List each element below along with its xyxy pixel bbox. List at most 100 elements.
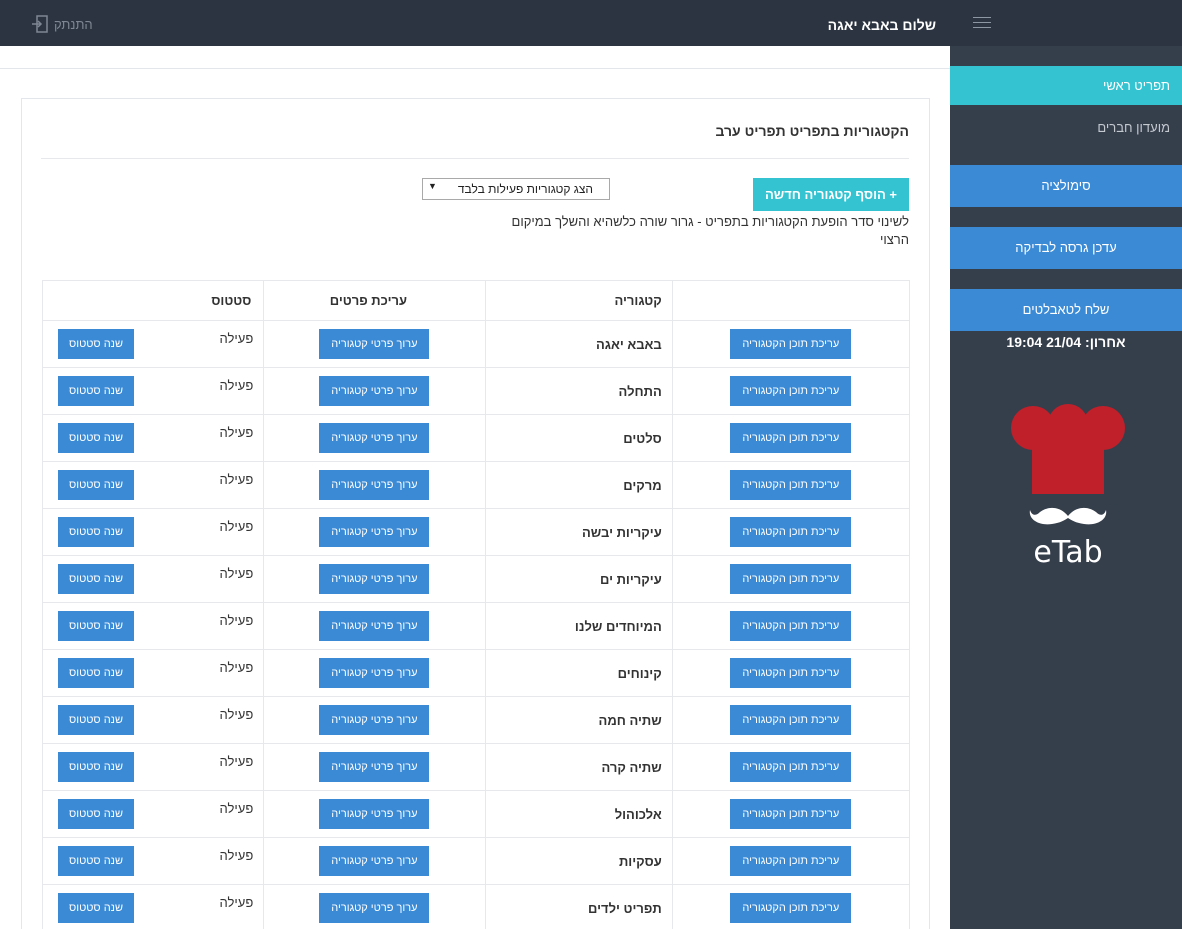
status-cell: פעילה שנה סטטוס (41, 743, 265, 791)
edit-category-details-button[interactable]: ערוך פרטי קטגוריה (319, 893, 430, 923)
category-name: עסקיות (484, 837, 673, 885)
change-status-button[interactable]: שנה סטטוס (58, 705, 134, 735)
edit-content-cell: עריכת תוכן הקטגוריה (671, 602, 911, 650)
sidebar-item-main-menu[interactable]: תפריט ראשי (950, 66, 1182, 105)
table-row[interactable]: עריכת תוכן הקטגוריה שתיה קרה ערוך פרטי קטג… (41, 743, 911, 791)
edit-content-cell: עריכת תוכן הקטגוריה (671, 790, 911, 838)
sidebar: תפריט ראשי מועדון חברים סימולציה עדכן גר… (950, 46, 1182, 929)
change-status-button[interactable]: שנה סטטוס (58, 376, 134, 406)
logout-button[interactable]: התנתק (32, 14, 93, 34)
category-name: אלכוהול (484, 790, 673, 838)
logout-label: התנתק (54, 16, 93, 32)
edit-content-cell: עריכת תוכן הקטגוריה (671, 649, 911, 697)
status-cell: פעילה שנה סטטוס (41, 320, 265, 368)
edit-category-details-button[interactable]: ערוך פרטי קטגוריה (319, 517, 430, 547)
change-status-button[interactable]: שנה סטטוס (58, 564, 134, 594)
status-text: פעילה (219, 378, 254, 393)
edit-category-details-button[interactable]: ערוך פרטי קטגוריה (319, 846, 430, 876)
change-status-button[interactable]: שנה סטטוס (58, 752, 134, 782)
edit-category-details-button[interactable]: ערוך פרטי קטגוריה (319, 611, 430, 641)
category-filter-select[interactable]: הצג קטגוריות פעילות בלבד ▼ (422, 178, 610, 200)
edit-category-details-button[interactable]: ערוך פרטי קטגוריה (319, 376, 430, 406)
hamburger-menu-icon[interactable] (973, 17, 991, 29)
edit-category-content-button[interactable]: עריכת תוכן הקטגוריה (730, 752, 852, 782)
category-name: עיקריות ים (484, 555, 673, 603)
sidebar-item-club-members[interactable]: מועדון חברים (950, 118, 1182, 138)
edit-category-details-button[interactable]: ערוך פרטי קטגוריה (319, 799, 430, 829)
status-text: פעילה (219, 754, 254, 769)
table-row[interactable]: עריכת תוכן הקטגוריה עיקריות ים ערוך פרטי ק… (41, 555, 911, 603)
edit-category-content-button[interactable]: עריכת תוכן הקטגוריה (730, 846, 852, 876)
edit-content-cell: עריכת תוכן הקטגוריה (671, 696, 911, 744)
edit-category-details-button[interactable]: ערוך פרטי קטגוריה (319, 705, 430, 735)
logout-icon (32, 15, 48, 33)
status-text: פעילה (219, 519, 254, 534)
update-version-button[interactable]: עדכן גרסה לבדיקה (950, 227, 1182, 269)
edit-category-details-button[interactable]: ערוך פרטי קטגוריה (319, 470, 430, 500)
table-row[interactable]: עריכת תוכן הקטגוריה מרקים ערוך פרטי קטגורי… (41, 461, 911, 509)
table-row[interactable]: עריכת תוכן הקטגוריה עסקיות ערוך פרטי קטגור… (41, 837, 911, 885)
table-row[interactable]: עריכת תוכן הקטגוריה התחלה ערוך פרטי קטגורי… (41, 367, 911, 415)
table-row[interactable]: עריכת תוכן הקטגוריה סלטים ערוך פרטי קטגורי… (41, 414, 911, 462)
change-status-button[interactable]: שנה סטטוס (58, 846, 134, 876)
change-status-button[interactable]: שנה סטטוס (58, 611, 134, 641)
change-status-button[interactable]: שנה סטטוס (58, 329, 134, 359)
table-row[interactable]: עריכת תוכן הקטגוריה תפריט ילדים ערוך פרטי … (41, 884, 911, 929)
status-cell: פעילה שנה סטטוס (41, 367, 265, 415)
edit-category-content-button[interactable]: עריכת תוכן הקטגוריה (730, 423, 852, 453)
edit-content-cell: עריכת תוכן הקטגוריה (671, 461, 911, 509)
change-status-button[interactable]: שנה סטטוס (58, 658, 134, 688)
change-status-button[interactable]: שנה סטטוס (58, 517, 134, 547)
table-row[interactable]: עריכת תוכן הקטגוריה באבא יאגה ערוך פרטי קט… (41, 320, 911, 368)
edit-category-content-button[interactable]: עריכת תוכן הקטגוריה (730, 376, 852, 406)
edit-details-cell: ערוך פרטי קטגוריה (263, 790, 486, 838)
edit-category-content-button[interactable]: עריכת תוכן הקטגוריה (730, 329, 852, 359)
table-row[interactable]: עריכת תוכן הקטגוריה אלכוהול ערוך פרטי קטגו… (41, 790, 911, 838)
edit-category-content-button[interactable]: עריכת תוכן הקטגוריה (730, 517, 852, 547)
status-text: פעילה (219, 425, 254, 440)
edit-category-details-button[interactable]: ערוך פרטי קטגוריה (319, 329, 430, 359)
edit-content-cell: עריכת תוכן הקטגוריה (671, 837, 911, 885)
categories-table: קטגוריה עריכת פרטים סטטוס עריכת תוכן הקט… (41, 280, 911, 929)
reorder-note: לשינוי סדר הופעת הקטגוריות בתפריט - גרור… (511, 214, 909, 247)
edit-details-cell: ערוך פרטי קטגוריה (263, 743, 486, 791)
status-text: פעילה (219, 660, 254, 675)
change-status-button[interactable]: שנה סטטוס (58, 893, 134, 923)
last-sent-label: אחרון: 21/04 19:04 (1006, 334, 1126, 350)
table-row[interactable]: עריכת תוכן הקטגוריה עיקריות יבשה ערוך פרטי… (41, 508, 911, 556)
status-text: פעילה (219, 613, 254, 628)
status-text: פעילה (219, 472, 254, 487)
status-cell: פעילה שנה סטטוס (41, 555, 265, 603)
edit-category-details-button[interactable]: ערוך פרטי קטגוריה (319, 658, 430, 688)
edit-category-content-button[interactable]: עריכת תוכן הקטגוריה (730, 564, 852, 594)
edit-category-details-button[interactable]: ערוך פרטי קטגוריה (319, 423, 430, 453)
send-tablets-button[interactable]: שלח לטאבלטים (950, 289, 1182, 331)
edit-category-details-button[interactable]: ערוך פרטי קטגוריה (319, 752, 430, 782)
table-row[interactable]: עריכת תוכן הקטגוריה קינוחים ערוך פרטי קטגו… (41, 649, 911, 697)
edit-details-cell: ערוך פרטי קטגוריה (263, 414, 486, 462)
table-row[interactable]: עריכת תוכן הקטגוריה שתיה חמה ערוך פרטי קטג… (41, 696, 911, 744)
edit-category-content-button[interactable]: עריכת תוכן הקטגוריה (730, 799, 852, 829)
add-category-button[interactable]: + הוסף קטגוריה חדשה (753, 178, 909, 211)
table-header-row: קטגוריה עריכת פרטים סטטוס (41, 280, 911, 321)
top-bar: התנתק שלום באבא יאגה (0, 0, 1182, 46)
edit-category-details-button[interactable]: ערוך פרטי קטגוריה (319, 564, 430, 594)
table-row[interactable]: עריכת תוכן הקטגוריה המיוחדים שלנו ערוך פרט… (41, 602, 911, 650)
edit-category-content-button[interactable]: עריכת תוכן הקטגוריה (730, 611, 852, 641)
simulation-button[interactable]: סימולציה (950, 165, 1182, 207)
category-name: סלטים (484, 414, 673, 462)
edit-details-cell: ערוך פרטי קטגוריה (263, 649, 486, 697)
status-cell: פעילה שנה סטטוס (41, 884, 265, 929)
edit-category-content-button[interactable]: עריכת תוכן הקטגוריה (730, 470, 852, 500)
edit-category-content-button[interactable]: עריכת תוכן הקטגוריה (730, 705, 852, 735)
edit-category-content-button[interactable]: עריכת תוכן הקטגוריה (730, 893, 852, 923)
edit-category-content-button[interactable]: עריכת תוכן הקטגוריה (730, 658, 852, 688)
change-status-button[interactable]: שנה סטטוס (58, 423, 134, 453)
status-text: פעילה (219, 848, 254, 863)
edit-content-cell: עריכת תוכן הקטגוריה (671, 508, 911, 556)
header-category: קטגוריה (484, 280, 673, 321)
edit-content-cell: עריכת תוכן הקטגוריה (671, 367, 911, 415)
category-name: מרקים (484, 461, 673, 509)
change-status-button[interactable]: שנה סטטוס (58, 799, 134, 829)
change-status-button[interactable]: שנה סטטוס (58, 470, 134, 500)
